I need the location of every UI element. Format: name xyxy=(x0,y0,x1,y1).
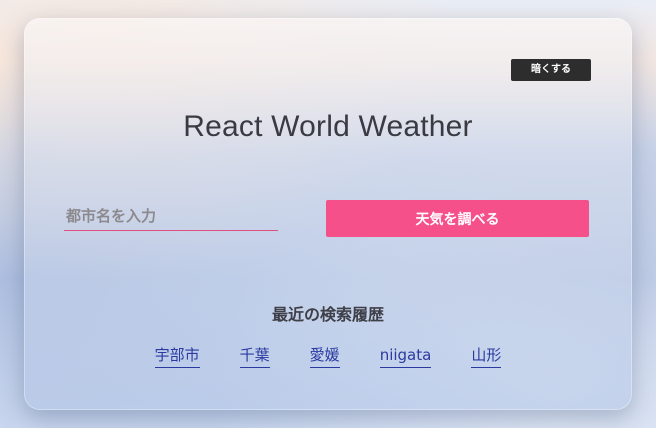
history-item: 千葉 xyxy=(239,345,270,368)
search-weather-button[interactable]: 天気を調べる xyxy=(326,200,589,237)
history-link-niigata[interactable]: niigata xyxy=(379,345,432,368)
dark-mode-toggle-button[interactable]: 暗くする xyxy=(511,59,591,81)
history-link-chiba[interactable]: 千葉 xyxy=(239,345,270,368)
history-item: niigata xyxy=(379,345,432,368)
city-search-input[interactable] xyxy=(64,201,278,231)
history-item: 宇部市 xyxy=(154,345,200,368)
history-item: 愛媛 xyxy=(309,345,340,368)
app-title: React World Weather xyxy=(183,110,473,143)
recent-history-title: 最近の検索履歴 xyxy=(271,305,384,324)
history-item: 山形 xyxy=(471,345,502,368)
weather-card: 暗くする React World Weather 天気を調べる 最近の検索履歴 … xyxy=(24,18,632,410)
history-link-ube[interactable]: 宇部市 xyxy=(154,345,200,368)
history-link-yamagata[interactable]: 山形 xyxy=(471,345,502,368)
recent-history-list: 宇部市 千葉 愛媛 niigata 山形 xyxy=(24,345,632,368)
history-link-ehime[interactable]: 愛媛 xyxy=(309,345,340,368)
